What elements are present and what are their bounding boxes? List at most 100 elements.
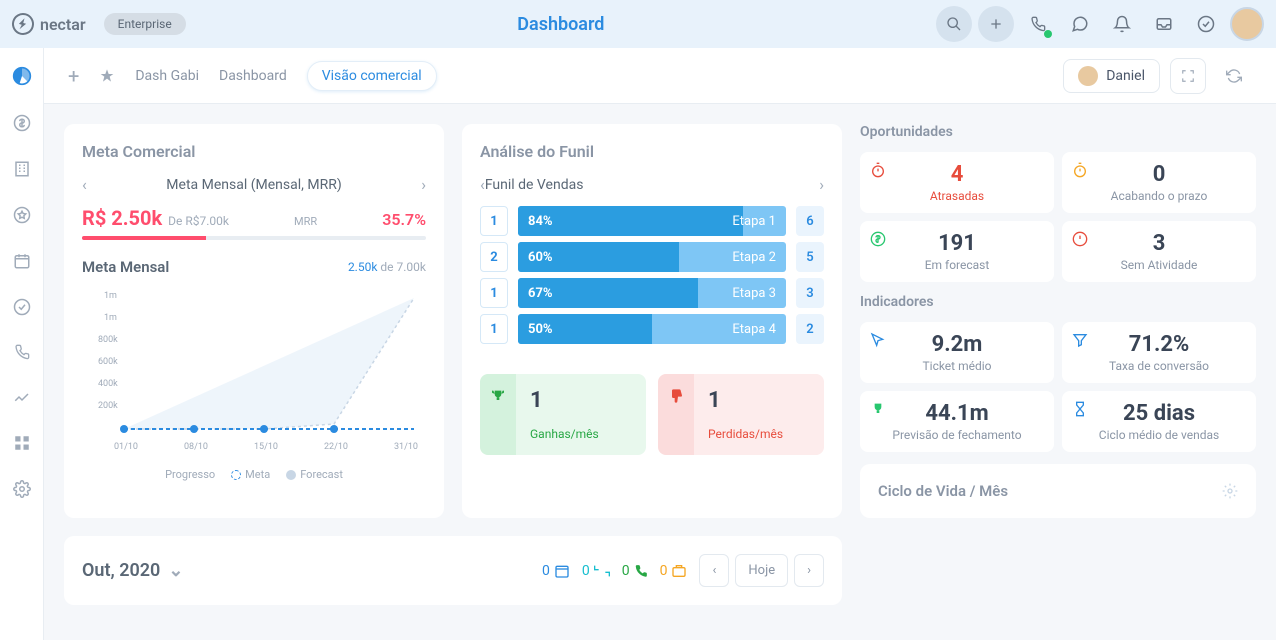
tab-bar: + Dash Gabi Dashboard Visão comercial Da… — [44, 48, 1276, 104]
hourglass-icon — [1072, 401, 1088, 417]
svg-text:600k: 600k — [98, 357, 118, 367]
svg-text:08/10: 08/10 — [184, 442, 208, 452]
kpi-card[interactable]: 71.2% Taxa de conversão — [1062, 322, 1256, 383]
trophy-icon — [870, 401, 886, 417]
star-icon — [99, 68, 115, 84]
chat-button[interactable] — [1062, 6, 1098, 42]
check-button[interactable] — [1188, 6, 1224, 42]
kpi-value: 44.1m — [874, 401, 1040, 426]
sidebar-settings-icon[interactable] — [13, 480, 31, 498]
sidebar-apps-icon[interactable] — [13, 434, 31, 452]
add-tab-button[interactable]: + — [68, 64, 79, 88]
funnel-row: 1 50% Etapa 4 2 — [480, 314, 824, 344]
filter-refresh[interactable]: 0 — [582, 563, 610, 579]
filter-phone[interactable]: 0 — [622, 563, 648, 579]
cursor-icon — [870, 332, 886, 348]
user-name: Daniel — [1106, 68, 1145, 84]
kpi-card[interactable]: 4 Atrasadas — [860, 152, 1054, 213]
kpi-card[interactable]: 25 dias Ciclo médio de vendas — [1062, 391, 1256, 452]
meta-mrr-label: MRR — [294, 215, 317, 228]
chart-title: Meta Mensal — [82, 258, 169, 276]
meta-chart: 1m1m800k600k400k200k 01/1008/1015/1022/1… — [82, 284, 426, 464]
meta-next-button[interactable]: › — [421, 175, 426, 194]
meta-pct: 35.7% — [382, 210, 426, 229]
won-label: Ganhas/mês — [530, 427, 632, 441]
kpi-label: Previsão de fechamento — [874, 428, 1040, 442]
phone-button[interactable] — [1020, 6, 1056, 42]
filter-briefcase[interactable]: 0 — [660, 563, 688, 579]
meta-target: De R$7.00k — [168, 214, 229, 228]
app-logo[interactable]: nectar — [12, 13, 86, 35]
sidebar-money-icon[interactable] — [13, 114, 31, 132]
funnel-icon — [1072, 332, 1088, 348]
sidebar-star-icon[interactable] — [13, 206, 31, 224]
won-value: 1 — [530, 388, 632, 413]
funnel-next-button[interactable]: › — [819, 175, 824, 194]
kpi-card[interactable]: 44.1m Previsão de fechamento — [860, 391, 1054, 452]
lost-value: 1 — [708, 388, 810, 413]
gear-icon[interactable] — [1222, 483, 1238, 499]
kpi-value: 25 dias — [1076, 401, 1242, 426]
sidebar-check-icon[interactable] — [13, 298, 31, 316]
month-selector[interactable]: Out, 2020 ⌄ — [82, 560, 183, 581]
won-box: 1 Ganhas/mês — [480, 374, 646, 455]
refresh-button[interactable] — [1216, 58, 1252, 94]
tab-dash-gabi[interactable]: Dash Gabi — [135, 68, 199, 84]
trophy-icon — [480, 374, 516, 455]
add-button[interactable] — [978, 6, 1014, 42]
sidebar-phone-icon[interactable] — [14, 344, 30, 360]
cal-prev-button[interactable]: ‹ — [699, 554, 729, 587]
kpi-value: 3 — [1076, 231, 1242, 256]
plan-badge[interactable]: Enterprise — [104, 13, 186, 35]
svg-text:1m: 1m — [104, 313, 117, 323]
funnel-stage-label: Etapa 2 — [732, 250, 776, 265]
funnel-bar[interactable]: 67% Etapa 3 — [518, 278, 786, 308]
search-button[interactable] — [936, 6, 972, 42]
right-column: Oportunidades 4 Atrasadas 0 Acabando o p… — [860, 124, 1256, 518]
user-avatar[interactable] — [1230, 7, 1264, 41]
kpi-card[interactable]: 191 Em forecast — [860, 221, 1054, 282]
meta-card: Meta Comercial ‹ Meta Mensal (Mensal, MR… — [64, 124, 444, 518]
sidebar-dashboard-icon[interactable] — [12, 66, 32, 86]
funnel-stage-label: Etapa 1 — [732, 214, 776, 229]
kpi-card[interactable]: 9.2m Ticket médio — [860, 322, 1054, 383]
sidebar-building-icon[interactable] — [13, 160, 31, 178]
kpi-label: Ticket médio — [874, 359, 1040, 373]
calendar-card: Out, 2020 ⌄ 0 0 0 0 ‹ Hoje › — [64, 536, 842, 605]
svg-text:200k: 200k — [98, 401, 118, 411]
lifecycle-title: Ciclo de Vida / Mês — [878, 482, 1008, 500]
lost-box: 1 Perdidas/mês — [658, 374, 824, 455]
meta-title: Meta Comercial — [82, 142, 426, 161]
lifecycle-card: Ciclo de Vida / Mês — [860, 464, 1256, 518]
tab-dashboard[interactable]: Dashboard — [219, 68, 287, 84]
cal-next-button[interactable]: › — [794, 554, 824, 587]
kpi-card[interactable]: 3 Sem Atividade — [1062, 221, 1256, 282]
cal-today-button[interactable]: Hoje — [735, 554, 788, 587]
tab-visao-comercial[interactable]: Visão comercial — [307, 61, 437, 91]
funnel-count: 5 — [796, 242, 824, 272]
inbox-button[interactable] — [1146, 6, 1182, 42]
fullscreen-button[interactable] — [1170, 58, 1206, 94]
lost-label: Perdidas/mês — [708, 427, 810, 441]
sidebar-analytics-icon[interactable] — [13, 388, 31, 406]
funnel-bar[interactable]: 60% Etapa 2 — [518, 242, 786, 272]
chart-legend: Progresso Meta Forecast — [82, 468, 426, 481]
funnel-bar[interactable]: 84% Etapa 1 — [518, 206, 786, 236]
notifications-button[interactable] — [1104, 6, 1140, 42]
user-filter[interactable]: Daniel — [1063, 59, 1160, 93]
funnel-title: Análise do Funil — [480, 142, 824, 161]
funnel-stage-num: 1 — [480, 278, 508, 308]
kpi-card[interactable]: 0 Acabando o prazo — [1062, 152, 1256, 213]
meta-prev-button[interactable]: ‹ — [82, 175, 87, 194]
stopwatch-o-icon — [1072, 162, 1088, 178]
top-actions — [936, 6, 1264, 42]
funnel-pct: 50% — [518, 322, 553, 337]
kpi-value: 191 — [874, 231, 1040, 256]
svg-text:800k: 800k — [98, 335, 118, 345]
filter-calendar[interactable]: 0 — [542, 563, 570, 579]
sidebar-calendar-icon[interactable] — [13, 252, 31, 270]
funnel-pct: 84% — [518, 214, 553, 229]
funnel-row: 1 67% Etapa 3 3 — [480, 278, 824, 308]
funnel-bar[interactable]: 50% Etapa 4 — [518, 314, 786, 344]
avatar-icon — [1078, 66, 1098, 86]
